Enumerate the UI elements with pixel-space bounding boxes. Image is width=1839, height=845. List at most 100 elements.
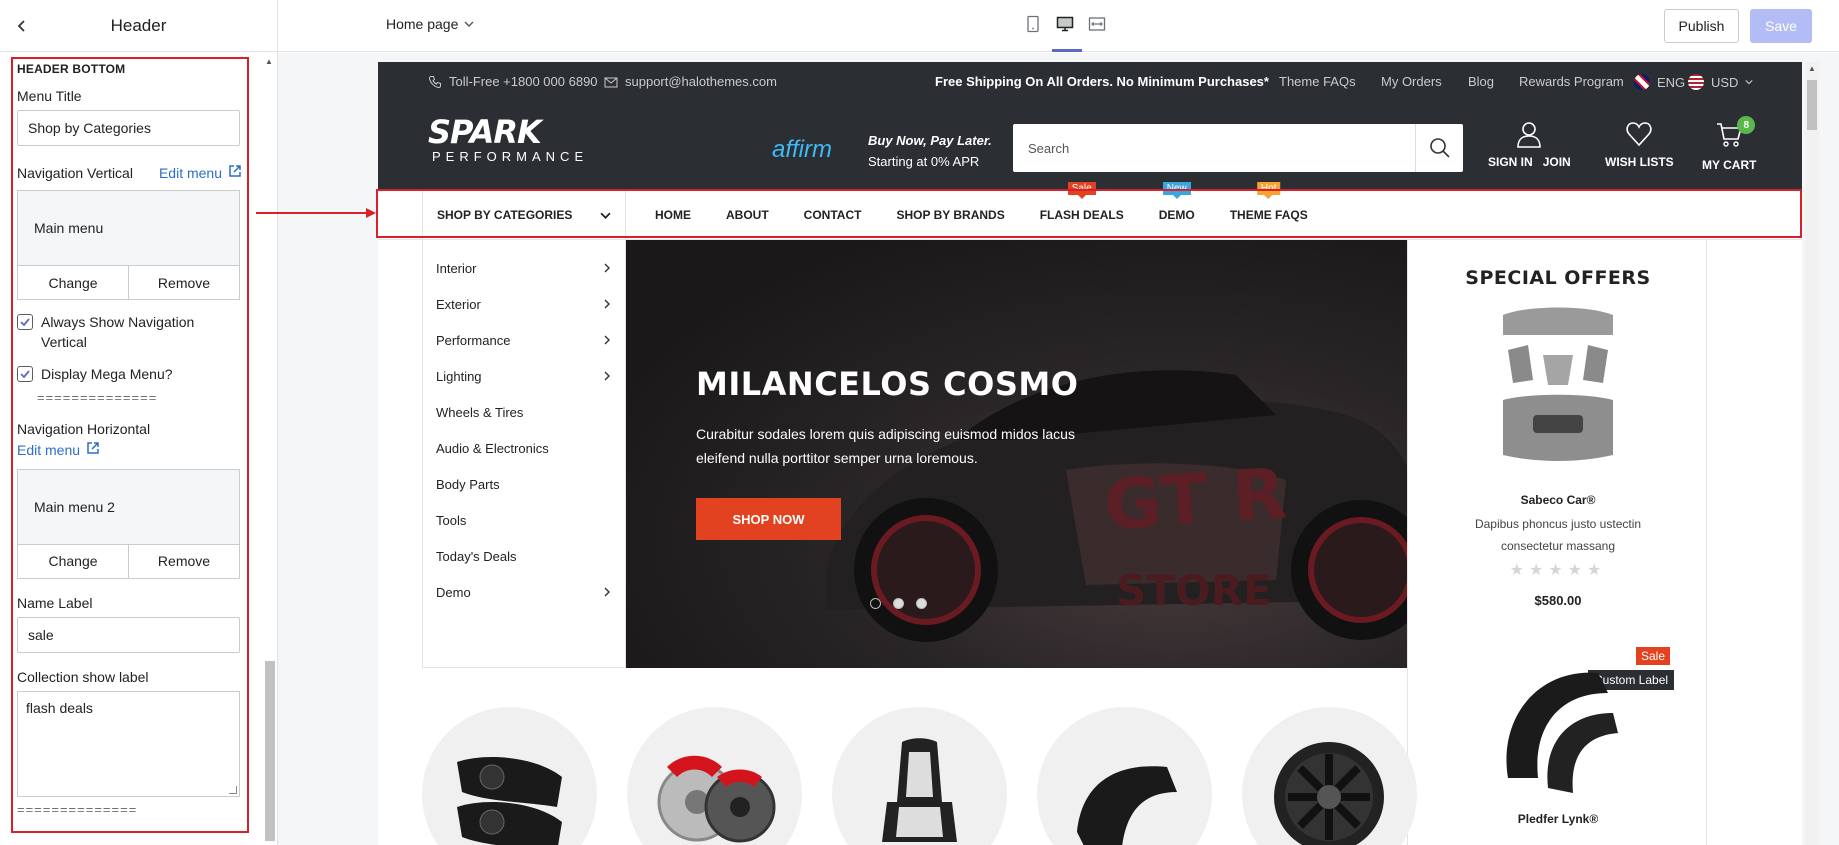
- join-text[interactable]: JOIN: [1543, 155, 1571, 169]
- settings-sidebar: Header HEADER BOTTOM Menu Title Shop by …: [0, 0, 278, 845]
- edit-menu-link-horizontal[interactable]: Edit menu: [17, 441, 100, 458]
- store-top-strip: Toll-Free +1800 000 6890 support@halothe…: [378, 62, 1802, 102]
- category-label: Interior: [436, 260, 477, 276]
- change-button-horizontal[interactable]: Change: [18, 545, 128, 578]
- category-circle-body-parts[interactable]: [1037, 707, 1212, 845]
- svg-text:STORE: STORE: [1116, 566, 1272, 615]
- shipping-notice: Free Shipping On All Orders. No Minimum …: [935, 74, 1269, 89]
- sidebar-scrollbar[interactable]: ▲: [263, 57, 275, 845]
- category-item[interactable]: Interior: [423, 250, 625, 286]
- category-item[interactable]: Demo: [423, 574, 625, 610]
- store-search[interactable]: Search: [1013, 124, 1463, 172]
- display-mega-checkbox-row[interactable]: Display Mega Menu?: [17, 364, 242, 384]
- user-icon: [1517, 122, 1542, 148]
- remove-button-horizontal[interactable]: Remove: [128, 544, 239, 578]
- search-button[interactable]: [1415, 124, 1463, 172]
- phone-icon: [428, 75, 441, 88]
- fullscreen-view-icon[interactable]: [1088, 14, 1106, 34]
- publish-button[interactable]: Publish: [1664, 9, 1739, 43]
- logo-main-text: SPARK: [428, 113, 542, 151]
- preview-scrollbar[interactable]: ▲: [1805, 62, 1819, 845]
- category-label: Exterior: [436, 296, 481, 312]
- link-theme-faqs[interactable]: Theme FAQs: [1279, 74, 1356, 89]
- category-label: Today's Deals: [436, 548, 517, 564]
- menu-title-input[interactable]: Shop by Categories: [17, 110, 240, 146]
- collection-label-label: Collection show label: [17, 668, 149, 685]
- change-button-vertical[interactable]: Change: [18, 266, 128, 299]
- checkbox-checked[interactable]: [17, 314, 33, 330]
- theme-editor: Header HEADER BOTTOM Menu Title Shop by …: [0, 0, 1839, 845]
- product-name[interactable]: Pledfer Lynk®: [1408, 812, 1708, 826]
- mobile-view-icon[interactable]: [1024, 14, 1042, 34]
- desktop-view-icon[interactable]: [1056, 14, 1074, 34]
- category-item[interactable]: Audio & Electronics: [423, 430, 625, 466]
- chevron-down-icon: [464, 21, 474, 27]
- store-logo[interactable]: SPARK PERFORMANCE: [428, 116, 588, 164]
- sidebar-header: Header: [0, 0, 277, 52]
- category-item[interactable]: Performance: [423, 322, 625, 358]
- us-flag-icon: [1688, 74, 1704, 90]
- category-circle-brakes[interactable]: [627, 707, 802, 845]
- name-label-input[interactable]: sale: [17, 616, 240, 653]
- product-name[interactable]: Sabeco Car®: [1408, 493, 1708, 507]
- slider-dot-active[interactable]: [893, 598, 904, 609]
- category-item[interactable]: Exterior: [423, 286, 625, 322]
- bnpl-promo: Buy Now, Pay Later. Starting at 0% APR: [868, 130, 992, 172]
- sidebar-title: Header: [110, 15, 167, 35]
- hero-description: Curabitur sodales lorem quis adipiscing …: [696, 426, 1075, 466]
- product-description: Dapibus phoncus justo ustectin consectet…: [1474, 517, 1642, 553]
- preview-scroll-thumb[interactable]: [1807, 80, 1817, 130]
- sign-in-text[interactable]: SIGN IN: [1488, 155, 1533, 169]
- category-circles: [422, 707, 1417, 845]
- store-preview: Toll-Free +1800 000 6890 support@halothe…: [378, 62, 1802, 845]
- svg-text:GT R: GT R: [1101, 452, 1289, 547]
- wishlist-link[interactable]: WISH LISTS: [1605, 120, 1674, 169]
- cart-link[interactable]: 8 MY CART: [1702, 116, 1756, 172]
- sidebar-scroll-thumb[interactable]: [265, 661, 275, 841]
- store-header: SPARK PERFORMANCE affirm Buy Now, Pay La…: [378, 102, 1802, 190]
- menu-title-label: Menu Title: [17, 88, 82, 104]
- edit-menu-link-vertical[interactable]: Edit menu: [159, 164, 242, 181]
- category-circle-wheels[interactable]: [1242, 707, 1417, 845]
- edit-menu-text: Edit menu: [17, 441, 81, 458]
- category-item[interactable]: Lighting: [423, 358, 625, 394]
- category-label: Lighting: [436, 368, 482, 384]
- brake-image: [657, 755, 776, 843]
- edit-menu-text: Edit menu: [158, 164, 222, 181]
- search-input[interactable]: Search: [1013, 141, 1415, 156]
- collection-label-textarea[interactable]: flash deals: [17, 690, 240, 797]
- chevron-right-icon: [604, 335, 610, 345]
- link-rewards[interactable]: Rewards Program: [1519, 74, 1624, 89]
- logo-sub-text: PERFORMANCE: [432, 149, 589, 164]
- email-info[interactable]: support@halothemes.com: [604, 74, 777, 89]
- resize-handle-icon[interactable]: [229, 785, 237, 794]
- scroll-up-arrow-icon[interactable]: ▲: [263, 57, 275, 69]
- category-item[interactable]: Body Parts: [423, 466, 625, 502]
- uk-flag-icon: [1634, 74, 1650, 90]
- category-circle-seats[interactable]: [832, 707, 1007, 845]
- product-fender-image[interactable]: [1488, 658, 1628, 818]
- category-item[interactable]: Wheels & Tires: [423, 394, 625, 430]
- product-bodykit-image[interactable]: [1488, 305, 1628, 465]
- category-circle-headlights[interactable]: [422, 707, 597, 845]
- category-label: Performance: [436, 332, 511, 348]
- chevron-right-icon: [604, 371, 610, 381]
- checkbox-checked[interactable]: [17, 366, 33, 382]
- account-link[interactable]: SIGN IN JOIN: [1488, 120, 1571, 169]
- always-show-checkbox-row[interactable]: Always Show Navigation Vertical: [17, 312, 242, 352]
- link-blog[interactable]: Blog: [1468, 74, 1494, 89]
- slider-dot[interactable]: [916, 598, 927, 609]
- currency-selector[interactable]: USD: [1688, 74, 1754, 90]
- category-item[interactable]: Tools: [423, 502, 625, 538]
- scroll-up-arrow-icon[interactable]: ▲: [1805, 64, 1819, 73]
- back-arrow-icon[interactable]: [10, 14, 34, 38]
- remove-button-vertical[interactable]: Remove: [128, 266, 239, 299]
- page-selector[interactable]: Home page: [386, 16, 474, 32]
- link-my-orders[interactable]: My Orders: [1381, 74, 1442, 89]
- nav-horizontal-label: Navigation Horizontal: [17, 421, 151, 437]
- slider-dot[interactable]: [870, 598, 881, 609]
- wishlist-text: WISH LISTS: [1605, 155, 1674, 169]
- shop-now-button[interactable]: SHOP NOW: [696, 498, 841, 540]
- category-item[interactable]: Today's Deals: [423, 538, 625, 574]
- save-button[interactable]: Save: [1750, 9, 1812, 43]
